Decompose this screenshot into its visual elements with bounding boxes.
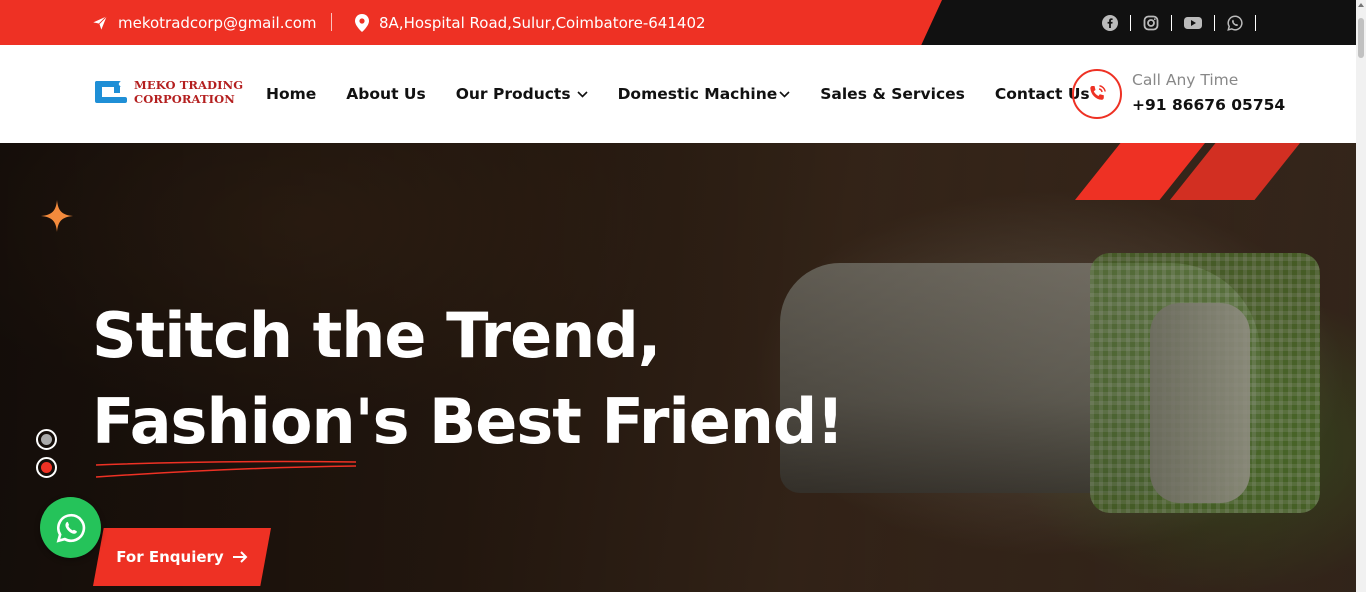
enquiry-button[interactable]: For Enquiery	[93, 528, 271, 586]
top-address: 8A,Hospital Road,Sulur,Coimbatore-641402	[355, 0, 706, 45]
hero-title-underline	[95, 460, 357, 478]
social-links	[1102, 0, 1256, 45]
nav-home[interactable]: Home	[266, 85, 316, 103]
main-nav: Home About Us Our Products Domestic Mach…	[266, 45, 1090, 143]
logo-text: MEKO TRADING CORPORATION	[134, 78, 243, 106]
send-icon	[93, 15, 108, 30]
hero-banner: Stitch the Trend, Fashion's Best Friend!…	[0, 143, 1356, 592]
scroll-thumb[interactable]	[1358, 18, 1364, 58]
location-pin-icon	[355, 13, 369, 32]
call-text: Call Any Time +91 86676 05754	[1132, 69, 1285, 119]
arrow-right-icon	[232, 551, 248, 563]
chevron-down-icon	[576, 90, 588, 98]
hero-title-line-2: Fashion's Best Friend!	[92, 385, 845, 458]
top-divider	[331, 13, 332, 31]
site-header: MEKO TRADING CORPORATION Home About Us O…	[0, 45, 1356, 143]
top-bar: mekotradcorp@gmail.com 8A,Hospital Road,…	[0, 0, 1356, 45]
youtube-link[interactable]	[1172, 14, 1215, 31]
nav-our-products-label: Our Products	[455, 85, 571, 103]
hero-title-line-1: Stitch the Trend,	[92, 299, 661, 372]
call-block[interactable]: Call Any Time +91 86676 05754	[1072, 69, 1285, 119]
whatsapp-icon	[1227, 14, 1243, 31]
nav-sales-services[interactable]: Sales & Services	[820, 85, 965, 103]
facebook-link[interactable]	[1102, 14, 1131, 31]
logo-line-1: MEKO TRADING	[134, 78, 244, 92]
whatsapp-icon	[56, 513, 85, 543]
slider-dot-2-active[interactable]	[36, 457, 57, 478]
call-icon-circle	[1072, 69, 1122, 119]
call-number[interactable]: +91 86676 05754	[1132, 91, 1285, 119]
whatsapp-link[interactable]	[1215, 14, 1256, 31]
nav-about-us-label: About Us	[346, 85, 426, 103]
facebook-icon	[1102, 14, 1118, 31]
hero-title: Stitch the Trend, Fashion's Best Friend!	[92, 293, 845, 465]
chevron-down-icon	[779, 90, 790, 98]
youtube-icon	[1184, 16, 1202, 29]
scroll-up-arrow-icon[interactable]	[1358, 3, 1364, 7]
email-text: mekotradcorp@gmail.com	[118, 13, 317, 32]
nav-sales-services-label: Sales & Services	[820, 85, 965, 103]
sewing-machine-logo-icon	[95, 81, 127, 103]
enquiry-button-label: For Enquiery	[116, 548, 224, 566]
logo[interactable]: MEKO TRADING CORPORATION	[94, 78, 243, 106]
page-scrollbar[interactable]	[1356, 0, 1366, 592]
nav-our-products[interactable]: Our Products	[456, 85, 588, 103]
phone-ringing-icon	[1090, 85, 1106, 100]
nav-domestic-machine[interactable]: Domestic Machine	[618, 85, 791, 103]
logo-line-2: CORPORATION	[134, 92, 235, 106]
instagram-icon	[1143, 15, 1159, 30]
nav-domestic-machine-label: Domestic Machine	[617, 85, 778, 103]
nav-home-label: Home	[266, 85, 317, 103]
address-text: 8A,Hospital Road,Sulur,Coimbatore-641402	[379, 13, 706, 32]
top-email[interactable]: mekotradcorp@gmail.com	[92, 0, 317, 45]
nav-about-us[interactable]: About Us	[346, 85, 425, 103]
whatsapp-float-button[interactable]	[40, 497, 101, 558]
sparkle-icon	[41, 200, 73, 232]
instagram-link[interactable]	[1131, 14, 1172, 31]
slider-dot-1[interactable]	[36, 429, 57, 450]
call-label: Call Any Time	[1132, 71, 1239, 89]
